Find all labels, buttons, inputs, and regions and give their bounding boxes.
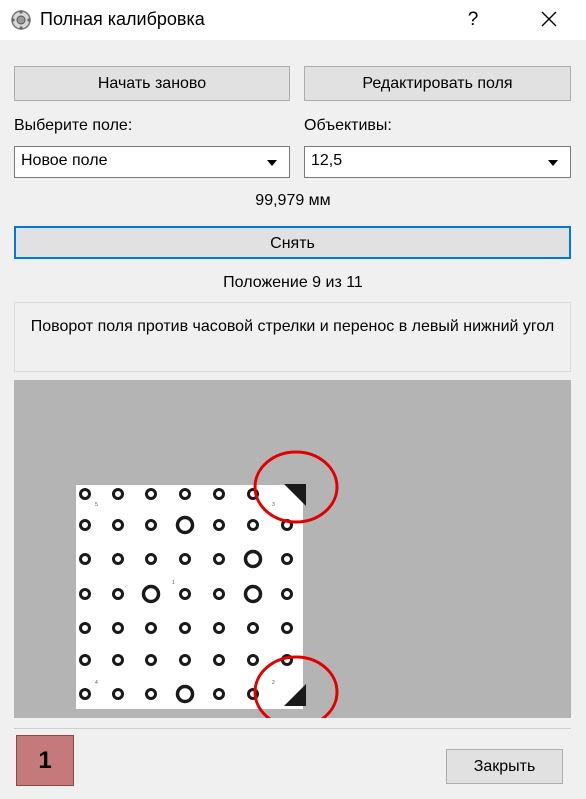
step-badge: 1 — [16, 735, 74, 786]
measurement-value: 99,979 мм — [255, 192, 331, 209]
window-title: Полная калибровка — [40, 9, 205, 29]
close-window-button[interactable] — [526, 0, 572, 40]
target-mark: 4 — [95, 680, 98, 686]
help-button[interactable]: ? — [450, 0, 496, 40]
chevron-down-icon — [267, 160, 277, 166]
app-icon — [11, 10, 31, 30]
target-mark: 1 — [172, 580, 175, 586]
field-select[interactable]: Новое поле — [14, 146, 290, 178]
title-bar: Полная калибровка ? — [0, 0, 586, 40]
target-mark: 3 — [272, 502, 275, 508]
lens-select-value: 12,5 — [311, 152, 343, 169]
instruction-text: Поворот поля против часовой стрелки и пе… — [14, 302, 571, 372]
position-text: Положение 9 из 11 — [223, 274, 363, 291]
target-mark: 2 — [272, 680, 275, 686]
capture-button[interactable]: Снять — [14, 226, 571, 259]
separator — [14, 728, 571, 729]
field-select-value: Новое поле — [21, 152, 108, 169]
chevron-down-icon — [548, 160, 558, 166]
edit-fields-button[interactable]: Редактировать поля — [304, 66, 571, 101]
lens-select-label: Объективы: — [304, 117, 392, 134]
close-button[interactable]: Закрыть — [446, 749, 563, 784]
target-mark: 5 — [95, 502, 98, 508]
calibration-target-view: 5 3 1 4 2 — [76, 450, 339, 729]
lens-select[interactable]: 12,5 — [304, 146, 571, 178]
close-icon — [541, 11, 557, 27]
restart-button[interactable]: Начать заново — [14, 66, 290, 101]
camera-preview: 5 3 1 4 2 — [14, 380, 571, 729]
field-select-label: Выберите поле: — [14, 117, 133, 134]
